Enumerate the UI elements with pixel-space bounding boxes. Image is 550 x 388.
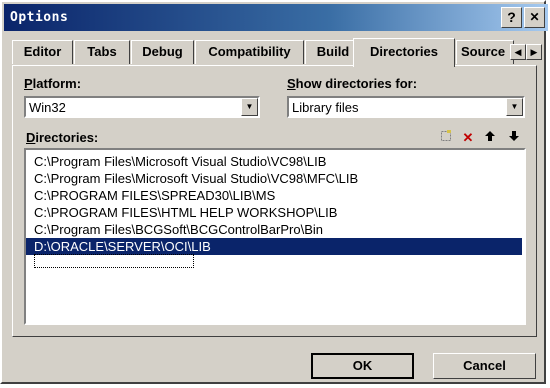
tab-compatibility[interactable]: Compatibility: [195, 40, 304, 64]
platform-label: Platform:: [24, 76, 82, 91]
new-folder-icon[interactable]: [438, 130, 454, 146]
list-item[interactable]: C:\PROGRAM FILES\SPREAD30\LIB\MS: [34, 187, 275, 204]
platform-value: Win32: [29, 100, 66, 115]
delete-icon[interactable]: ✕: [460, 130, 476, 146]
tab-strip: Editor Tabs Debug Compatibility Build Di…: [12, 38, 542, 67]
new-entry-slot[interactable]: [34, 254, 194, 268]
tab-scroll-right-icon[interactable]: ▶: [526, 44, 542, 60]
show-dirs-label: Show directories for:: [287, 76, 418, 91]
close-button[interactable]: ✕: [524, 7, 545, 28]
tab-source[interactable]: Source: [456, 40, 514, 64]
show-dirs-value: Library files: [292, 100, 359, 115]
move-up-icon[interactable]: [482, 130, 498, 146]
help-button[interactable]: ?: [501, 7, 522, 28]
list-item-selected[interactable]: D:\ORACLE\SERVER\OCI\LIB: [26, 238, 522, 255]
list-item[interactable]: C:\PROGRAM FILES\HTML HELP WORKSHOP\LIB: [34, 204, 337, 221]
directories-header: Directories: ✕: [24, 128, 526, 148]
platform-combo[interactable]: Win32 ▼: [24, 96, 260, 118]
options-dialog: Options ? ✕ Editor Tabs Debug Compatibil…: [0, 0, 548, 384]
list-item[interactable]: C:\Program Files\Microsoft Visual Studio…: [34, 153, 326, 170]
list-item[interactable]: C:\Program Files\BCGSoft\BCGControlBarPr…: [34, 221, 323, 238]
show-dirs-combo[interactable]: Library files ▼: [287, 96, 525, 118]
title-bar[interactable]: Options ? ✕: [4, 4, 548, 31]
directories-list[interactable]: C:\Program Files\Microsoft Visual Studio…: [24, 148, 526, 325]
window-title: Options: [10, 10, 69, 25]
chevron-down-icon[interactable]: ▼: [241, 98, 258, 116]
tab-directories[interactable]: Directories: [353, 38, 455, 67]
cancel-button[interactable]: Cancel: [433, 353, 536, 379]
move-down-icon[interactable]: [506, 130, 522, 146]
list-item[interactable]: C:\Program Files\Microsoft Visual Studio…: [34, 170, 358, 187]
chevron-down-icon[interactable]: ▼: [506, 98, 523, 116]
directories-label: Directories:: [26, 130, 99, 145]
tab-editor[interactable]: Editor: [12, 40, 73, 64]
tab-scroll-left-icon[interactable]: ◀: [510, 44, 526, 60]
tab-debug[interactable]: Debug: [131, 40, 194, 64]
tab-tabs[interactable]: Tabs: [74, 40, 130, 64]
ok-button[interactable]: OK: [311, 353, 414, 379]
